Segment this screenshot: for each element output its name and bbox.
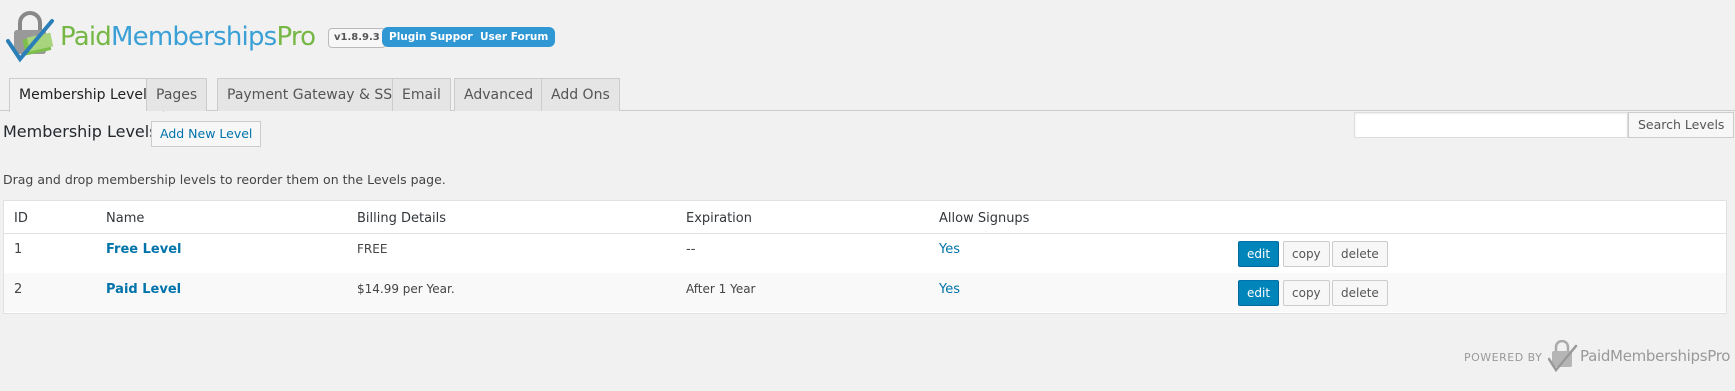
version-badge: v1.8.9.3 — [328, 28, 386, 48]
tab-pages[interactable]: Pages — [146, 78, 208, 111]
level-id: 1 — [14, 242, 23, 257]
level-name-link[interactable]: Free Level — [106, 242, 181, 257]
search-levels-input[interactable] — [1354, 112, 1628, 138]
search-levels-button[interactable]: Search Levels — [1628, 112, 1735, 138]
powered-by-label: POWERED BY — [1464, 351, 1543, 364]
expiration: -- — [686, 242, 696, 257]
delete-button[interactable]: delete — [1332, 280, 1388, 306]
logo-wordmark: PaidMembershipsPro — [60, 22, 316, 52]
settings-tabs: Membership Levels Pages Payment Gateway … — [9, 78, 1735, 112]
plugin-support-link[interactable]: Plugin Support — [382, 27, 485, 47]
column-header-billing: Billing Details — [357, 211, 447, 226]
copy-button[interactable]: copy — [1283, 280, 1330, 306]
edit-button[interactable]: edit — [1238, 280, 1280, 306]
page-title: Membership Levels — [3, 122, 158, 141]
billing-details: FREE — [357, 242, 388, 256]
tab-payment-gateway[interactable]: Payment Gateway & SSL — [217, 78, 410, 111]
allow-signups-link[interactable]: Yes — [939, 282, 960, 297]
copy-button[interactable]: copy — [1283, 241, 1330, 267]
level-name-link[interactable]: Paid Level — [106, 282, 181, 297]
billing-details: $14.99 per Year. — [357, 282, 455, 296]
column-header-id: ID — [14, 211, 28, 226]
padlock-logo-icon — [1548, 340, 1578, 372]
footer-logo[interactable]: PaidMembershipsPro — [1548, 340, 1730, 372]
table-row: 1 Free Level FREE -- Yes edit copy delet… — [4, 234, 1726, 273]
tab-advanced[interactable]: Advanced — [454, 78, 544, 111]
expiration: After 1 Year — [686, 282, 756, 296]
tab-email[interactable]: Email — [392, 78, 451, 111]
column-header-name: Name — [106, 211, 145, 226]
delete-button[interactable]: delete — [1332, 241, 1388, 267]
pmpro-logo: PaidMembershipsPro — [6, 8, 316, 66]
footer-logo-text: PaidMembershipsPro — [1580, 347, 1731, 365]
column-header-allow-signups: Allow Signups — [939, 211, 1030, 226]
tab-add-ons[interactable]: Add Ons — [541, 78, 620, 111]
padlock-logo-icon — [6, 11, 54, 63]
tab-membership-levels[interactable]: Membership Levels — [9, 78, 165, 112]
user-forum-link[interactable]: User Forum — [473, 27, 556, 47]
allow-signups-link[interactable]: Yes — [939, 242, 960, 257]
edit-button[interactable]: edit — [1238, 241, 1280, 267]
level-id: 2 — [14, 282, 23, 297]
column-header-expiration: Expiration — [686, 211, 752, 226]
levels-table: ID Name Billing Details Expiration Allow… — [3, 200, 1727, 314]
help-text: Drag and drop membership levels to reord… — [3, 172, 446, 187]
add-new-level-button[interactable]: Add New Level — [151, 121, 262, 147]
table-row: 2 Paid Level $14.99 per Year. After 1 Ye… — [4, 273, 1726, 312]
